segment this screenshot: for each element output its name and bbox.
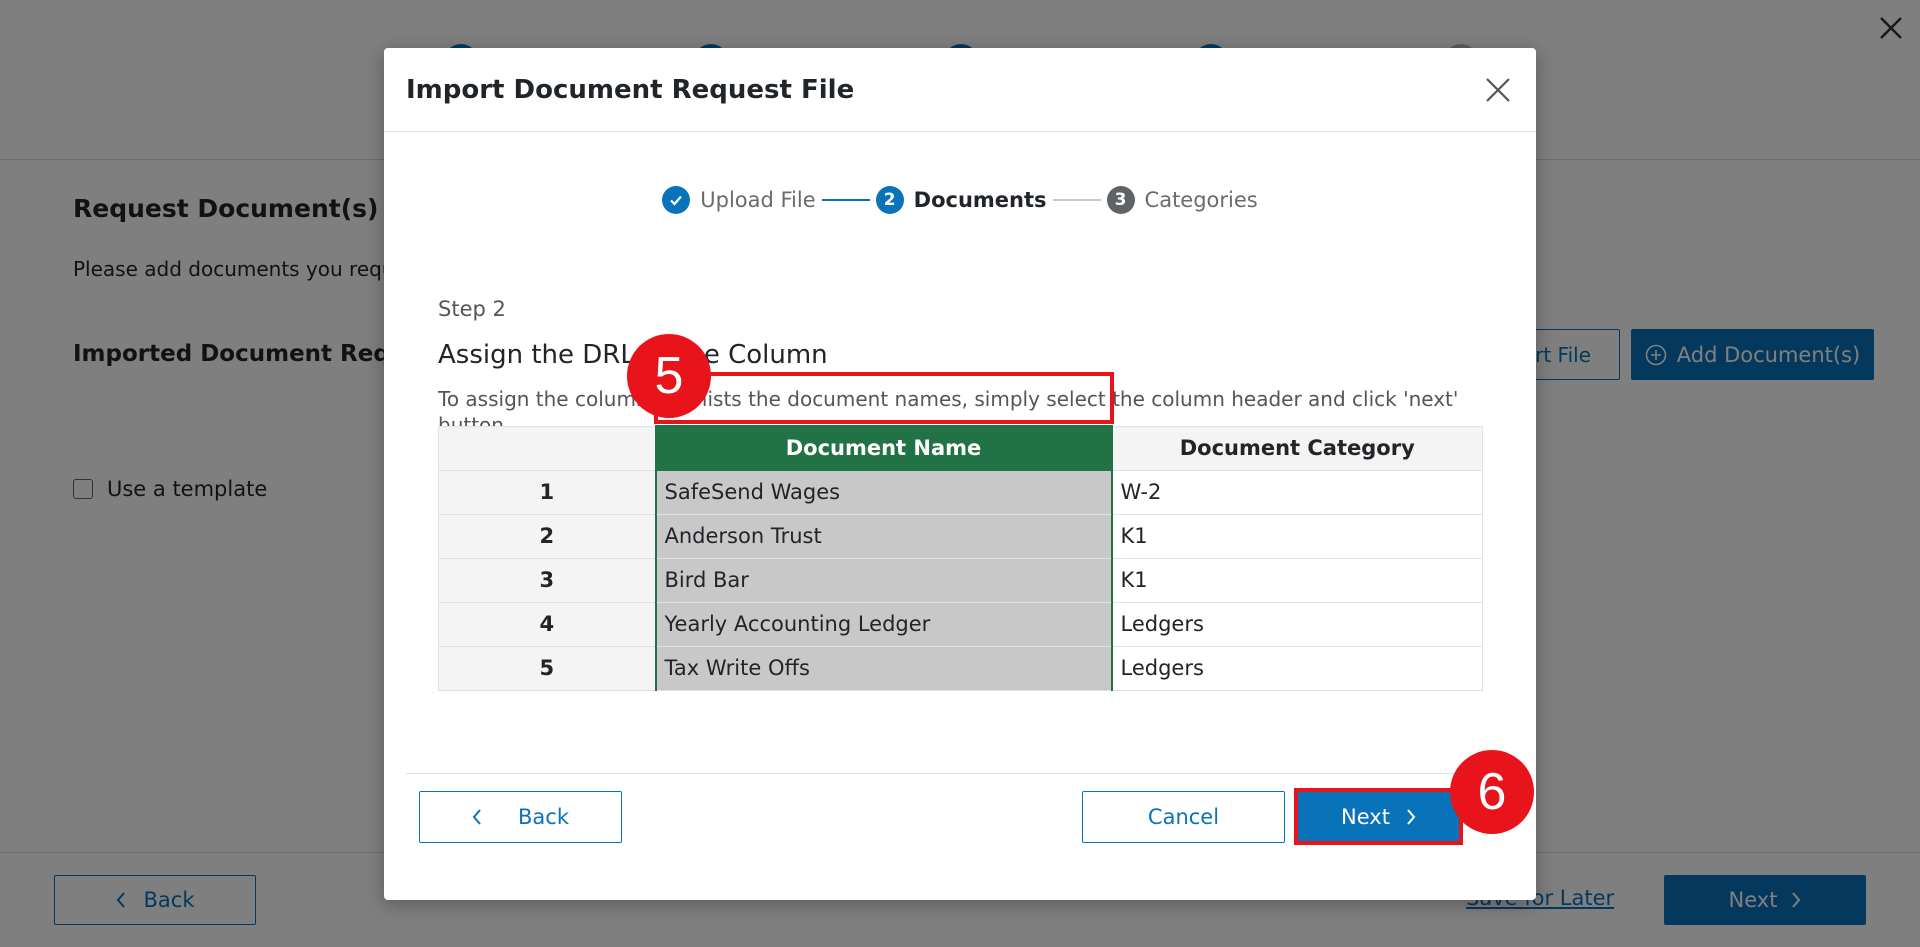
table-row: 3 Bird Bar K1 — [438, 557, 1483, 603]
import-modal: Import Document Request File Upload File… — [384, 48, 1536, 900]
step-label-upload: Upload File — [700, 188, 816, 212]
step-connector — [821, 199, 870, 201]
table-row: 2 Anderson Trust K1 — [438, 513, 1483, 559]
drl-preview-table: Document Name Document Category 1 SafeSe… — [438, 425, 1483, 691]
step-label-documents: Documents — [913, 188, 1047, 212]
document-category-cell: Ledgers — [1111, 645, 1483, 691]
step-documents: 2 Documents — [875, 186, 1047, 214]
document-name-cell: Yearly Accounting Ledger — [654, 601, 1113, 647]
chevron-right-icon — [1407, 809, 1416, 825]
document-name-cell: Anderson Trust — [654, 513, 1113, 559]
modal-title: Import Document Request File — [406, 74, 855, 105]
step-label-categories: Categories — [1144, 188, 1258, 212]
annotation-badge-6: 6 — [1450, 750, 1534, 834]
document-name-cell: Tax Write Offs — [654, 645, 1113, 691]
annotation-badge-5: 5 — [627, 334, 711, 418]
import-stepper: Upload File 2 Documents 3 Categories — [384, 178, 1536, 222]
document-category-cell: Ledgers — [1111, 601, 1483, 647]
modal-next-label: Next — [1341, 805, 1390, 829]
step-connector — [1052, 199, 1101, 201]
index-column-header — [438, 425, 656, 471]
check-icon — [662, 186, 691, 214]
step-number-badge: 3 — [1106, 186, 1135, 214]
document-category-cell: K1 — [1111, 557, 1483, 603]
document-name-column-header[interactable]: Document Name — [654, 425, 1113, 471]
table-row: 5 Tax Write Offs Ledgers — [438, 645, 1483, 691]
step-number-badge: 2 — [875, 186, 904, 214]
document-category-cell: W-2 — [1111, 469, 1483, 515]
close-icon[interactable] — [1482, 74, 1514, 106]
table-row: 1 SafeSend Wages W-2 — [438, 469, 1483, 515]
table-header-row: Document Name Document Category — [438, 425, 1483, 471]
chevron-left-icon — [472, 809, 481, 825]
step-categories: 3 Categories — [1106, 186, 1258, 214]
row-index: 4 — [438, 601, 656, 647]
document-category-cell: K1 — [1111, 513, 1483, 559]
row-index: 1 — [438, 469, 656, 515]
modal-header: Import Document Request File — [384, 48, 1536, 132]
modal-cancel-label: Cancel — [1147, 805, 1220, 829]
step-upload-file: Upload File — [662, 186, 816, 214]
table-row: 4 Yearly Accounting Ledger Ledgers — [438, 601, 1483, 647]
document-name-cell: Bird Bar — [654, 557, 1113, 603]
modal-cancel-button[interactable]: Cancel — [1082, 791, 1285, 843]
row-index: 2 — [438, 513, 656, 559]
document-name-cell: SafeSend Wages — [654, 469, 1113, 515]
modal-back-button[interactable]: Back — [419, 791, 622, 843]
modal-next-button[interactable]: Next — [1298, 791, 1459, 843]
row-index: 5 — [438, 645, 656, 691]
footer-divider — [406, 773, 1514, 774]
document-category-column-header[interactable]: Document Category — [1111, 425, 1483, 471]
row-index: 3 — [438, 557, 656, 603]
modal-back-label: Back — [518, 805, 569, 829]
step-instruction: To assign the column that lists the docu… — [438, 387, 1459, 426]
step-number-text: Step 2 — [438, 297, 506, 321]
